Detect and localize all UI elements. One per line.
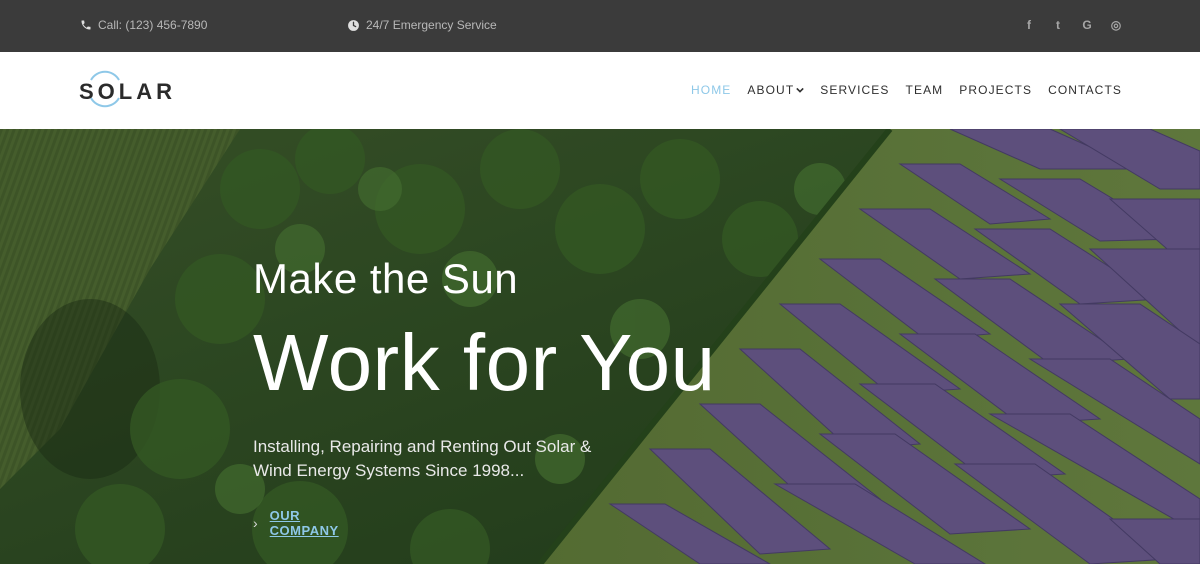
phone-text: Call: (123) 456-7890 xyxy=(98,18,208,32)
hero-headline-small: Make the Sun xyxy=(253,255,519,302)
nav-services[interactable]: SERVICES xyxy=(820,83,889,97)
chevron-right-icon: › xyxy=(253,515,258,531)
site-header: SOLAR HOME ABOUT SERVICES TEAM PROJECTS … xyxy=(0,52,1200,129)
google-icon[interactable]: G xyxy=(1081,19,1093,32)
nav-services-label: SERVICES xyxy=(820,83,890,97)
logo[interactable]: SOLAR xyxy=(78,67,178,113)
nav-projects[interactable]: PROJECTS xyxy=(959,83,1032,97)
social-links: f t G ◎ xyxy=(1023,19,1122,32)
phone-icon xyxy=(81,20,91,30)
emergency-text: 24/7 Emergency Service xyxy=(366,18,497,32)
instagram-icon[interactable]: ◎ xyxy=(1110,19,1122,32)
nav-team[interactable]: TEAM xyxy=(906,83,944,97)
chevron-down-icon xyxy=(796,87,805,93)
nav-home[interactable]: HOME xyxy=(691,83,731,97)
facebook-icon[interactable]: f xyxy=(1023,19,1035,32)
emergency-service: 24/7 Emergency Service xyxy=(347,18,497,32)
our-company-link[interactable]: › OUR COMPANY xyxy=(253,508,339,538)
nav-projects-label: PROJECTS xyxy=(959,83,1033,97)
hero-subtext: Installing, Repairing and Renting Out So… xyxy=(253,437,592,480)
logo-text: SOLAR xyxy=(79,79,176,104)
twitter-icon[interactable]: t xyxy=(1052,19,1064,32)
nav-about-label: ABOUT xyxy=(747,83,795,97)
nav-contacts[interactable]: CONTACTS xyxy=(1048,83,1122,97)
hero-headline-large: Work for You xyxy=(253,318,716,407)
hero-section: Make the Sun Work for You Installing, Re… xyxy=(0,129,1200,564)
main-nav: HOME ABOUT SERVICES TEAM PROJECTS CONTAC… xyxy=(691,83,1122,97)
top-bar: Call: (123) 456-7890 24/7 Emergency Serv… xyxy=(0,0,1200,52)
our-company-label: OUR COMPANY xyxy=(269,508,339,538)
nav-contacts-label: CONTACTS xyxy=(1048,83,1122,97)
phone-contact[interactable]: Call: (123) 456-7890 xyxy=(80,18,207,32)
nav-home-label: HOME xyxy=(691,83,732,97)
nav-team-label: TEAM xyxy=(905,83,944,97)
clock-icon xyxy=(348,19,359,31)
nav-about[interactable]: ABOUT xyxy=(747,83,805,97)
